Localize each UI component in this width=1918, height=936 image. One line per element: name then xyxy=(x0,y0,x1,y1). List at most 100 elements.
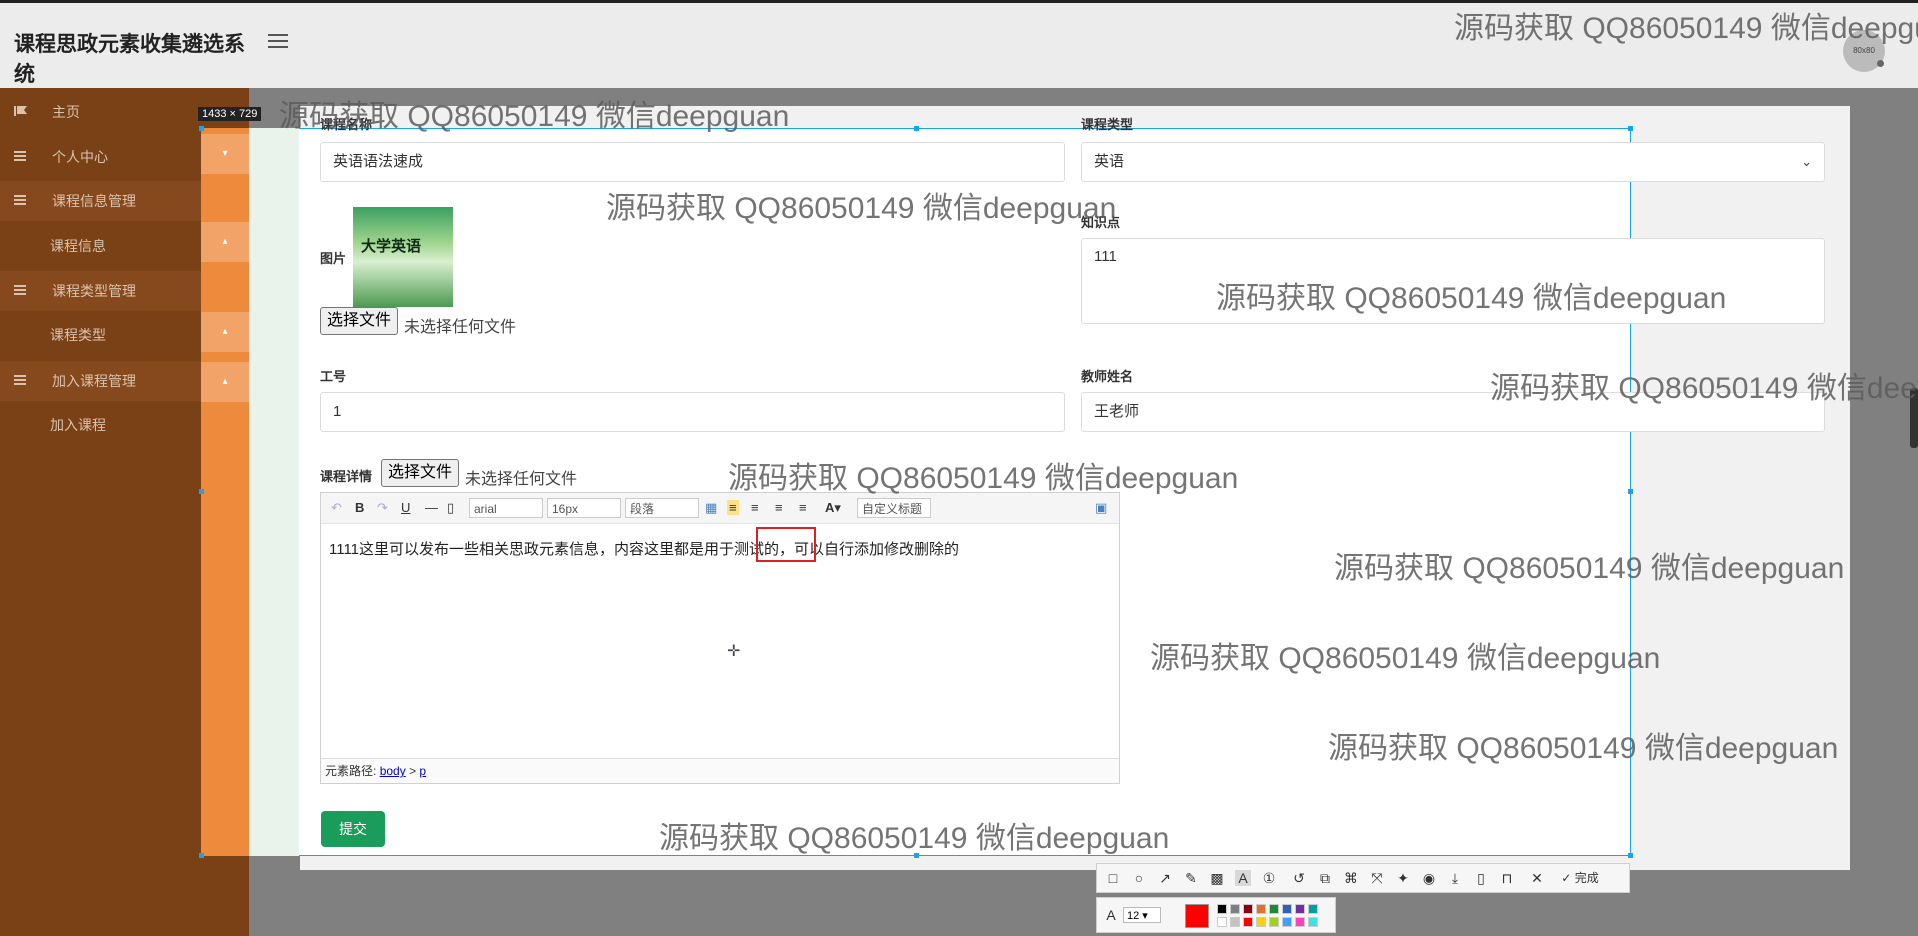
color-swatch[interactable] xyxy=(1308,917,1318,927)
page-icon[interactable]: ▯ xyxy=(447,500,454,516)
pin-icon[interactable]: ✦ xyxy=(1395,870,1411,886)
element-path-label: 元素路径: xyxy=(325,764,377,778)
custom-title-select[interactable]: 自定义标题 xyxy=(857,498,931,518)
watermark: 源码获取 QQ86050149 微信deepguan xyxy=(1150,642,1661,675)
color-swatch[interactable] xyxy=(1308,904,1318,914)
align-right-icon[interactable]: ≡ xyxy=(751,500,759,515)
translate-icon[interactable]: ⌘ xyxy=(1343,870,1359,886)
course-cover-image: 大学英语 xyxy=(353,207,453,307)
watermark: 源码获取 QQ86050149 微信deepguan xyxy=(1490,372,1918,405)
font-size-select[interactable]: 16px xyxy=(547,498,621,518)
annotation-rectangle[interactable] xyxy=(756,527,816,562)
undo-icon[interactable]: ↶ xyxy=(331,500,342,516)
editor-toolbar: ↶ B ↷ U — ▯ arial 16px 段落 ▦ ≡ ≡ ≡ ≡ A▾ 自… xyxy=(321,493,1119,524)
flag-icon xyxy=(14,106,28,116)
staff-id-input[interactable]: 1 xyxy=(320,392,1065,432)
course-type-value: 英语 xyxy=(1094,153,1125,170)
font-family-select[interactable]: arial xyxy=(469,498,543,518)
snip-font-size-select[interactable]: 12 ▾ xyxy=(1123,907,1161,923)
resize-handle[interactable] xyxy=(1628,489,1633,494)
color-swatch[interactable] xyxy=(1295,917,1305,927)
element-path-body-link[interactable]: body xyxy=(380,764,406,778)
number-marker-icon[interactable]: ① xyxy=(1261,870,1277,886)
editor-element-path: 元素路径: body > p xyxy=(321,758,1119,783)
app-title: 课程思政元素收集遴选系统 xyxy=(14,33,245,86)
align-center-icon[interactable]: ≡ xyxy=(775,500,783,515)
resize-handle[interactable] xyxy=(1628,853,1633,858)
course-name-input[interactable]: 英语语法速成 xyxy=(320,142,1065,182)
paragraph-select[interactable]: 段落 xyxy=(625,498,699,518)
color-swatch[interactable] xyxy=(1230,904,1240,914)
color-swatch[interactable] xyxy=(1295,904,1305,914)
chevron-up-icon[interactable]: ▴ xyxy=(201,222,249,262)
image-choose-file-button[interactable]: 选择文件 xyxy=(320,307,399,335)
color-swatch[interactable] xyxy=(1269,917,1279,927)
color-swatch[interactable] xyxy=(1269,904,1279,914)
color-swatch[interactable] xyxy=(1217,917,1227,927)
phone-icon[interactable]: ▯ xyxy=(1473,870,1489,886)
details-choose-file-button[interactable]: 选择文件 xyxy=(381,459,460,487)
sidebar-item-label: 课程类型 xyxy=(50,327,106,343)
text-tool-icon[interactable]: A xyxy=(1235,870,1251,886)
bookmark-icon[interactable]: ⊓ xyxy=(1499,870,1515,886)
current-color-swatch[interactable] xyxy=(1185,904,1209,928)
bold-icon[interactable]: B xyxy=(355,500,364,515)
color-swatch[interactable] xyxy=(1282,904,1292,914)
pen-icon[interactable]: ✎ xyxy=(1183,870,1199,886)
record-icon[interactable]: ◉ xyxy=(1421,870,1437,886)
hamburger-menu-icon[interactable] xyxy=(268,34,288,50)
rectangle-icon[interactable]: □ xyxy=(1105,870,1121,886)
align-left-icon[interactable]: ≡ xyxy=(727,500,739,515)
watermark: 源码获取 QQ86050149 微信deepguan xyxy=(1454,12,1918,45)
element-path-separator: > xyxy=(409,764,417,778)
watermark: 源码获取 QQ86050149 微信deepguan xyxy=(1328,732,1839,765)
chevron-up-icon[interactable]: ▴ xyxy=(201,362,249,402)
resize-handle[interactable] xyxy=(199,853,204,858)
font-color-icon[interactable]: A▾ xyxy=(825,500,841,516)
course-type-label: 课程类型 xyxy=(1081,117,1134,132)
editor-content[interactable]: 1111这里可以发布一些相关思政元素信息，内容这里都是用于测试的，可以自行添加修… xyxy=(329,538,959,559)
ocr-icon[interactable]: ⧉ xyxy=(1317,870,1333,886)
resize-handle[interactable] xyxy=(199,126,204,131)
grid-icon xyxy=(14,195,26,205)
ellipse-icon[interactable]: ○ xyxy=(1131,870,1147,886)
done-button[interactable]: ✓ 完成 xyxy=(1555,870,1605,886)
color-swatch[interactable] xyxy=(1282,917,1292,927)
fullscreen-icon[interactable]: ▣ xyxy=(1095,500,1107,516)
redo-icon[interactable]: ↷ xyxy=(377,500,388,516)
resize-handle[interactable] xyxy=(914,126,919,131)
horizontal-rule-icon[interactable]: — xyxy=(425,500,438,515)
sidebar-item-label: 主页 xyxy=(52,104,80,120)
submit-button[interactable]: 提交 xyxy=(321,811,385,847)
table-icon[interactable]: ▦ xyxy=(705,500,717,516)
color-swatch[interactable] xyxy=(1243,917,1253,927)
book-cover-title: 大学英语 xyxy=(361,238,422,255)
watermark: 源码获取 QQ86050149 微信deepguan xyxy=(1216,282,1727,315)
undo-icon[interactable]: ↺ xyxy=(1291,870,1307,886)
course-type-select[interactable]: 英语 ⌄ xyxy=(1081,142,1825,182)
crosshair-cursor-icon: ✛ xyxy=(727,643,741,660)
rich-text-editor[interactable]: ↶ B ↷ U — ▯ arial 16px 段落 ▦ ≡ ≡ ≡ ≡ A▾ 自… xyxy=(320,492,1120,784)
element-path-p-link[interactable]: p xyxy=(419,764,426,778)
crop-icon[interactable]: ⤧ xyxy=(1369,870,1385,886)
snip-toolbar: □ ○ ↗ ✎ ▩ A ① ↺ ⧉ ⌘ ⤧ ✦ ◉ ⤓ ▯ ⊓ ✕ ✓ 完成 xyxy=(1096,863,1630,893)
color-swatch[interactable] xyxy=(1217,904,1227,914)
color-swatch[interactable] xyxy=(1230,917,1240,927)
chevron-down-icon[interactable]: ▾ xyxy=(201,134,249,174)
download-icon[interactable]: ⤓ xyxy=(1447,870,1463,886)
chevron-up-icon[interactable]: ▴ xyxy=(201,312,249,352)
color-swatch[interactable] xyxy=(1243,904,1253,914)
underline-icon[interactable]: U xyxy=(401,500,410,515)
watermark: 源码获取 QQ86050149 微信deepguan xyxy=(1334,552,1845,585)
color-swatch[interactable] xyxy=(1256,917,1266,927)
font-icon: A xyxy=(1106,907,1116,923)
avatar-status-dot xyxy=(1877,60,1884,67)
resize-handle[interactable] xyxy=(199,489,204,494)
color-swatch[interactable] xyxy=(1256,904,1266,914)
resize-handle[interactable] xyxy=(1628,126,1633,131)
align-justify-icon[interactable]: ≡ xyxy=(799,500,807,515)
close-icon[interactable]: ✕ xyxy=(1529,870,1545,886)
capture-size-label: 1433 × 729 xyxy=(198,107,262,121)
arrow-icon[interactable]: ↗ xyxy=(1157,870,1173,886)
mosaic-icon[interactable]: ▩ xyxy=(1209,870,1225,886)
